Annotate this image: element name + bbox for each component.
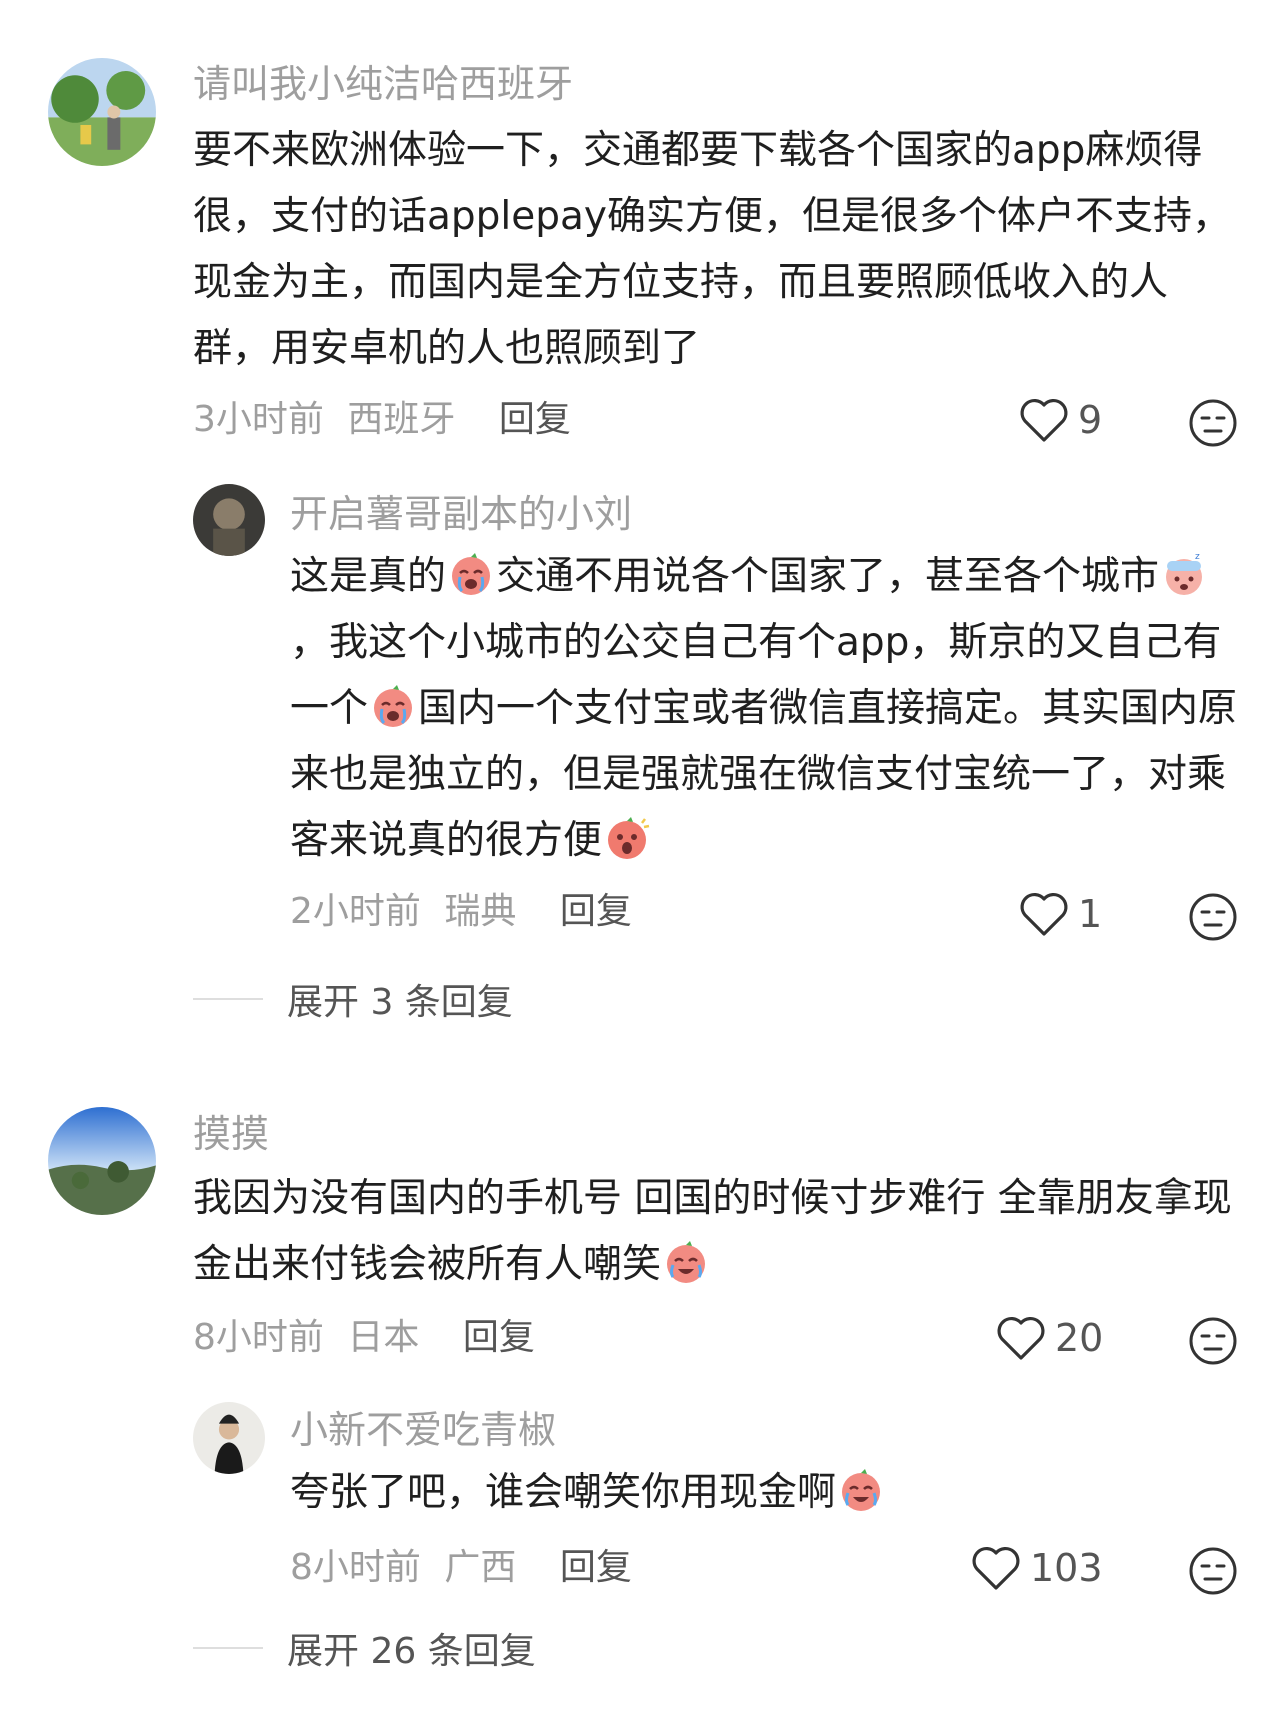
reply-button[interactable]: 回复 bbox=[560, 1547, 632, 1588]
comment-text: 我因为没有国内的手机号 回国的时候寸步难行 全靠朋友拿现金出来付钱会被所有人嘲笑 bbox=[193, 1176, 1232, 1287]
like-count: 1 bbox=[1078, 892, 1103, 936]
expand-replies-button[interactable]: 展开 3 条回复 bbox=[193, 973, 513, 1025]
like-count: 20 bbox=[1055, 1316, 1104, 1360]
like-count: 103 bbox=[1030, 1546, 1103, 1590]
heart-icon bbox=[1020, 398, 1068, 442]
avatar-landscape-image bbox=[48, 1107, 156, 1215]
divider bbox=[193, 998, 263, 1000]
like-button[interactable]: 1 bbox=[1018, 890, 1102, 938]
dislike-face-icon[interactable] bbox=[1188, 398, 1238, 448]
dislike-face-icon[interactable] bbox=[1188, 1546, 1238, 1596]
reply-time: 2小时前 bbox=[290, 891, 421, 932]
divider bbox=[193, 1647, 263, 1649]
comment-location: 日本 bbox=[347, 1317, 420, 1358]
avatar[interactable] bbox=[48, 58, 156, 166]
dislike-face-icon[interactable] bbox=[1188, 892, 1238, 942]
reply-time: 8小时前 bbox=[290, 1547, 421, 1588]
comment-text: 要不来欧洲体验一下，交通都要下载各个国家的app麻烦得很，支付的话applepa… bbox=[193, 128, 1231, 371]
comment-time: 8小时前 bbox=[193, 1317, 324, 1358]
reply-button[interactable]: 回复 bbox=[463, 1317, 535, 1358]
comment-meta: 3小时前 西班牙 回复 bbox=[193, 398, 571, 442]
reply-text: 夸张了吧，谁会嘲笑你用现金啊 bbox=[290, 1460, 1240, 1526]
reply-text: 这是真的 交通不用说各个国家了，甚至各个城市 z ，我这个小城市的公交自己有个app，… bbox=[290, 551, 1238, 863]
svg-text:z: z bbox=[1195, 552, 1200, 562]
avatar[interactable] bbox=[193, 1402, 265, 1474]
avatar-dark-image bbox=[193, 484, 265, 556]
like-button[interactable]: 9 bbox=[1018, 396, 1102, 444]
reply-username[interactable]: 小新不爱吃青椒 bbox=[290, 1408, 556, 1452]
reply-meta: 8小时前 广西 回复 bbox=[290, 1546, 632, 1590]
heart-icon bbox=[997, 1316, 1045, 1360]
avatar[interactable] bbox=[193, 484, 265, 556]
comment-meta: 8小时前 日本 回复 bbox=[193, 1316, 535, 1360]
like-button[interactable]: 103 bbox=[970, 1544, 1103, 1592]
avatar-park-image bbox=[48, 58, 156, 166]
comment-username[interactable]: 摸摸 bbox=[193, 1112, 269, 1156]
expand-replies-button[interactable]: 展开 26 条回复 bbox=[193, 1622, 536, 1674]
heart-icon bbox=[972, 1546, 1020, 1590]
surprised-face-icon bbox=[604, 815, 650, 861]
comment-time: 3小时前 bbox=[193, 399, 324, 440]
reply-button[interactable]: 回复 bbox=[560, 891, 632, 932]
dislike-face-icon[interactable] bbox=[1188, 1316, 1238, 1366]
laughing-crying-face-icon bbox=[838, 1467, 884, 1513]
reply-meta: 2小时前 瑞典 回复 bbox=[290, 890, 632, 934]
reply-location: 瑞典 bbox=[444, 891, 517, 932]
sleepy-face-icon: z bbox=[1161, 551, 1207, 597]
laughing-crying-face-icon bbox=[663, 1239, 709, 1285]
like-count: 9 bbox=[1078, 398, 1103, 442]
avatar[interactable] bbox=[48, 1107, 156, 1215]
reply-location: 广西 bbox=[444, 1547, 517, 1588]
comment-username[interactable]: 请叫我小纯洁哈西班牙 bbox=[193, 62, 573, 106]
crying-face-icon bbox=[448, 551, 494, 597]
avatar-person-image bbox=[193, 1402, 265, 1474]
heart-icon bbox=[1020, 892, 1068, 936]
like-button[interactable]: 20 bbox=[995, 1314, 1103, 1362]
crying-face-icon bbox=[370, 683, 416, 729]
reply-username[interactable]: 开启薯哥副本的小刘 bbox=[290, 492, 632, 536]
comment-location: 西班牙 bbox=[347, 399, 456, 440]
reply-button[interactable]: 回复 bbox=[499, 399, 571, 440]
